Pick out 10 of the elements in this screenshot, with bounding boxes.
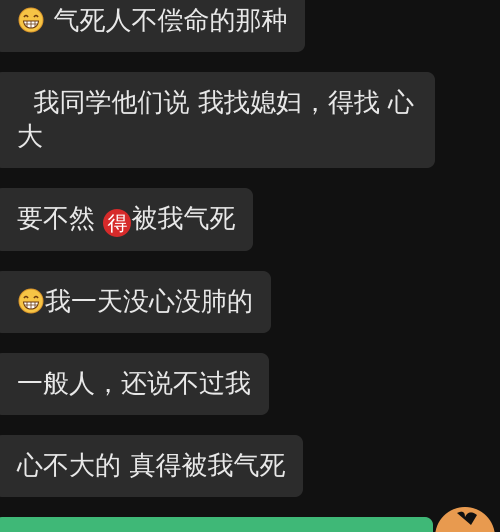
message-text: 心不大的 真得被我气死 xyxy=(17,451,286,481)
message-text: 我同学他们说 我找媳妇，得找 心大 xyxy=(17,88,414,152)
message-text: 一般人，还说不过我 xyxy=(17,369,251,399)
sticker-badge: 得 xyxy=(103,209,132,237)
message-text: 气死人不偿命的那种 xyxy=(52,6,288,36)
grinning-face-icon xyxy=(18,288,44,314)
grinning-face-icon xyxy=(18,7,44,33)
message-text: 被我气死 xyxy=(131,204,236,234)
message-text: 要不然 xyxy=(17,204,96,234)
message-text: 我一天没心没肺的 xyxy=(45,287,253,317)
